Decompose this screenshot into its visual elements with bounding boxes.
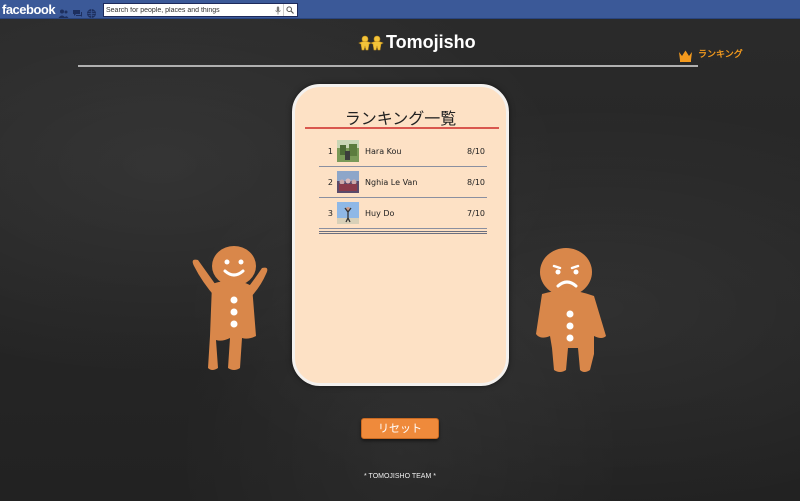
brand: Tomojisho (358, 32, 476, 53)
notifications-icon[interactable] (86, 4, 97, 18)
messages-icon[interactable] (72, 4, 83, 17)
tomojisho-logo-icon (358, 35, 384, 51)
user-photo (337, 171, 359, 193)
user-name: Nghia Le Van (365, 177, 418, 187)
user-score: 7/10 (467, 208, 485, 218)
user-photo (337, 140, 359, 162)
header-divider (78, 65, 698, 67)
reset-button[interactable]: リセット (361, 418, 439, 439)
footer-credit: * TOMOJISHO TEAM * (364, 473, 436, 480)
ranking-link-label: ランキング (698, 50, 743, 60)
user-score: 8/10 (467, 177, 485, 187)
app-title[interactable]: Tomojisho (386, 32, 476, 53)
ranking-list-end-divider (319, 231, 487, 234)
happy-gingerbread-illustration (190, 244, 270, 376)
user-score: 8/10 (467, 146, 485, 156)
user-photo (337, 202, 359, 224)
ranking-list: 1 Hara Kou 8/10 2 Nghia Le Van 8/10 3 Hu… (319, 136, 487, 229)
ranking-row[interactable]: 3 Huy Do 7/10 (319, 198, 487, 229)
search-icon[interactable] (284, 4, 296, 16)
ranking-title: ランキング一覧 (344, 109, 457, 128)
rank-number: 1 (327, 146, 333, 156)
search-input[interactable] (104, 4, 272, 16)
ranking-row[interactable]: 2 Nghia Le Van 8/10 (319, 167, 487, 198)
user-name: Hara Kou (365, 146, 402, 156)
ranking-row[interactable]: 1 Hara Kou 8/10 (319, 136, 487, 167)
friend-requests-icon[interactable] (58, 4, 69, 18)
facebook-jewel-icons (58, 4, 102, 18)
ranking-title-underline (305, 127, 499, 129)
crown-icon (678, 47, 693, 62)
rank-number: 3 (327, 208, 333, 218)
ranking-card: ランキング一覧 1 Hara Kou 8/10 2 Nghia Le Van 8… (292, 84, 509, 386)
rank-number: 2 (327, 177, 333, 187)
facebook-search-box (103, 3, 298, 17)
user-name: Huy Do (365, 208, 395, 218)
sad-gingerbread-illustration (528, 244, 614, 378)
ranking-link[interactable]: ランキング (678, 47, 743, 62)
facebook-logo[interactable]: facebook (2, 2, 58, 17)
mic-icon[interactable] (272, 4, 284, 16)
